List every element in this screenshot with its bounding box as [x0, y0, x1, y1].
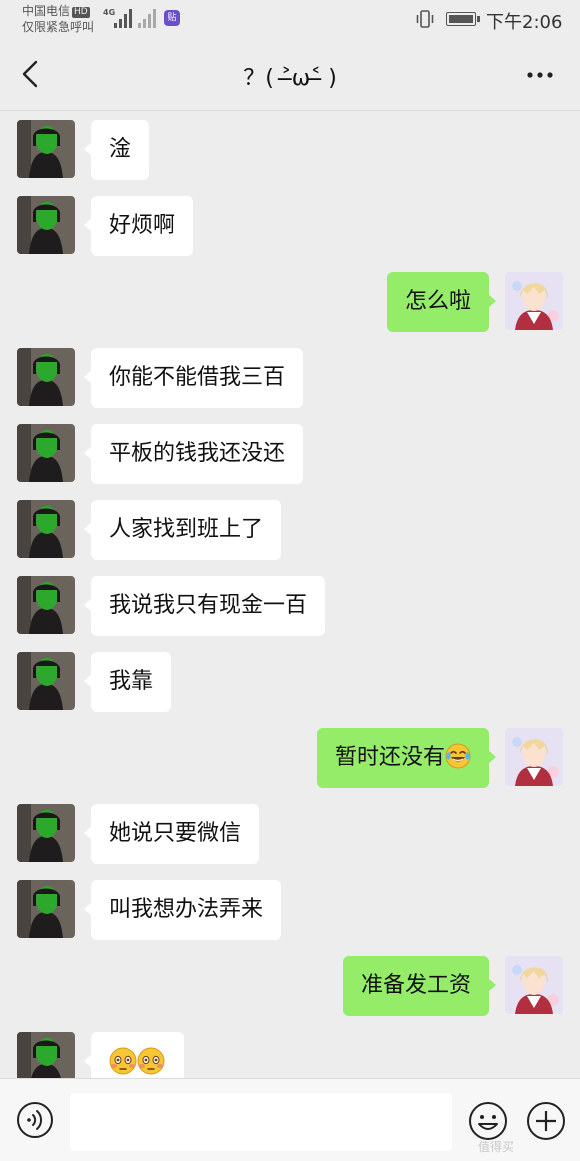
carrier-name: 中国电信	[22, 4, 71, 18]
message-bubble[interactable]: 淦	[83, 120, 150, 180]
message-bubble[interactable]: 我靠	[83, 652, 172, 712]
status-time: 下午2:06	[486, 12, 563, 33]
message-bubble[interactable]: 我说我只有现金一百	[83, 576, 326, 636]
contact-avatar[interactable]	[17, 576, 75, 634]
message-row: 我靠	[0, 644, 580, 712]
my-avatar[interactable]	[505, 728, 563, 786]
carrier-info: 中国电信 HD 仅限紧急呼叫	[22, 3, 94, 35]
more-options-icon[interactable]	[520, 58, 560, 92]
battery-icon	[446, 12, 480, 26]
contact-avatar[interactable]	[17, 500, 75, 558]
message-row: 怎么啦	[0, 264, 580, 332]
message-bubble[interactable]: 怎么啦	[386, 272, 497, 332]
message-bubble[interactable]: 她说只要微信	[83, 804, 260, 864]
message-row: 准备发工资	[0, 948, 580, 1016]
message-bubble[interactable]: 叫我想办法弄来	[83, 880, 282, 940]
message-row: 我说我只有现金一百	[0, 568, 580, 636]
message-row: 平板的钱我还没还	[0, 416, 580, 484]
message-bubble[interactable]: 你能不能借我三百	[83, 348, 304, 408]
message-bubble[interactable]: 人家找到班上了	[83, 500, 282, 560]
contact-avatar[interactable]	[17, 424, 75, 482]
contact-avatar[interactable]	[17, 120, 75, 178]
contact-avatar[interactable]	[17, 1032, 75, 1078]
message-row: 她说只要微信	[0, 796, 580, 864]
tears-of-joy-emoji-icon	[445, 743, 471, 769]
contact-avatar[interactable]	[17, 880, 75, 938]
hd-badge: HD	[72, 7, 90, 18]
message-input[interactable]	[70, 1093, 452, 1151]
contact-avatar[interactable]	[17, 196, 75, 254]
message-row: 淦	[0, 112, 580, 180]
contact-avatar[interactable]	[17, 348, 75, 406]
message-bubble[interactable]	[84, 1032, 184, 1078]
message-bubble[interactable]: 好烦啊	[83, 196, 194, 256]
message-row: 人家找到班上了	[0, 492, 580, 560]
signal-icon-sim2	[138, 8, 158, 28]
voice-icon[interactable]	[16, 1101, 54, 1139]
flushed-emoji-icon	[109, 1047, 165, 1075]
message-row: 好烦啊	[0, 188, 580, 256]
chat-title: ？( ˃̶ω˂̶ )	[243, 66, 337, 91]
message-text: 暂时还没有	[334, 745, 445, 770]
message-row: 你能不能借我三百	[0, 340, 580, 408]
signal-icon	[114, 8, 134, 28]
chat-header: ？( ˃̶ω˂̶ )	[0, 40, 580, 111]
watermark: 值得买	[478, 1140, 515, 1154]
contact-avatar[interactable]	[17, 804, 75, 862]
message-bubble[interactable]: 平板的钱我还没还	[83, 424, 304, 484]
message-row: 叫我想办法弄来	[0, 872, 580, 940]
my-avatar[interactable]	[505, 956, 563, 1014]
message-row: 暂时还没有	[0, 720, 580, 788]
emoji-icon[interactable]	[468, 1101, 508, 1141]
emergency-text: 仅限紧急呼叫	[22, 20, 95, 34]
plus-icon[interactable]	[526, 1101, 566, 1141]
my-avatar[interactable]	[505, 272, 563, 330]
message-row	[0, 1024, 580, 1078]
message-list[interactable]: 淦 好烦啊 怎么啦 你能不能借我三百 平板的钱我还没还 人家找到班上了 我说我只…	[0, 110, 580, 1078]
app-notification-icon: 贴	[164, 10, 180, 26]
message-bubble[interactable]: 暂时还没有	[316, 728, 497, 788]
message-bubble[interactable]: 准备发工资	[342, 956, 497, 1016]
vibrate-icon	[416, 10, 434, 28]
status-bar: 中国电信 HD 仅限紧急呼叫 4G 贴 下午2:06	[0, 0, 580, 40]
contact-avatar[interactable]	[17, 652, 75, 710]
